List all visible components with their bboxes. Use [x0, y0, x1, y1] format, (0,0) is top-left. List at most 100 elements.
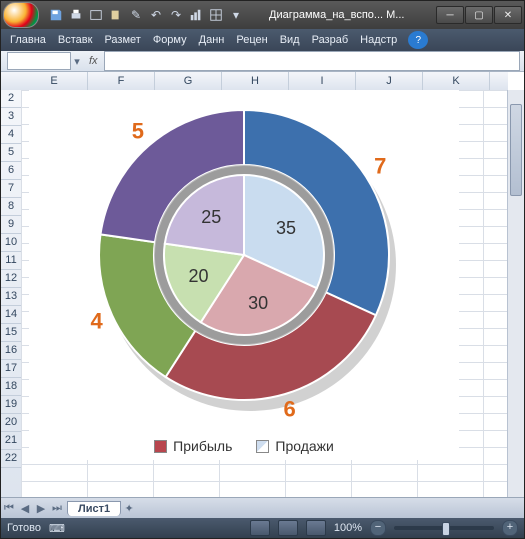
titlebar: ✎ ↶ ↷ ▾ Диаграмма_на_вспо... M... ─ ▢ ✕ — [1, 1, 524, 29]
close-button[interactable]: ✕ — [494, 6, 522, 24]
maximize-button[interactable]: ▢ — [465, 6, 493, 24]
office-button[interactable] — [3, 2, 39, 28]
next-sheet-icon[interactable]: ▶ — [33, 502, 49, 515]
col-header[interactable]: G — [155, 72, 222, 90]
undo-icon[interactable]: ↶ — [147, 6, 165, 24]
fx-label[interactable]: fx — [83, 55, 104, 67]
formula-input[interactable] — [104, 51, 520, 71]
svg-text:5: 5 — [132, 119, 144, 144]
tab-formulas[interactable]: Форму — [150, 32, 190, 48]
tab-review[interactable]: Рецен — [233, 32, 270, 48]
ribbon-tabs: Главна Вставк Размет Форму Данн Рецен Ви… — [1, 29, 524, 51]
tab-layout[interactable]: Размет — [101, 32, 143, 48]
row-header[interactable]: 8 — [1, 198, 21, 216]
zoom-out-button[interactable]: − — [370, 520, 386, 536]
row-header[interactable]: 6 — [1, 162, 21, 180]
row-header[interactable]: 3 — [1, 108, 21, 126]
print-icon[interactable] — [67, 6, 85, 24]
view-layout-button[interactable] — [278, 520, 298, 536]
last-sheet-icon[interactable]: ⏭ — [49, 502, 65, 515]
view-pagebreak-button[interactable] — [306, 520, 326, 536]
col-header[interactable]: K — [423, 72, 490, 90]
window-title: Диаграмма_на_вспо... M... — [249, 9, 436, 21]
row-headers: 2 3 4 5 6 7 8 9 10 11 12 13 14 15 16 17 … — [1, 90, 22, 497]
tab-data[interactable]: Данн — [196, 32, 228, 48]
sheet-tabs-bar: ⏮ ◀ ▶ ⏭ Лист1 ✦ — [1, 497, 524, 518]
row-header[interactable]: 5 — [1, 144, 21, 162]
brush-icon[interactable]: ✎ — [127, 6, 145, 24]
row-header[interactable]: 13 — [1, 288, 21, 306]
save-icon[interactable] — [47, 6, 65, 24]
legend-label: Продажи — [275, 438, 333, 454]
zoom-in-button[interactable]: + — [502, 520, 518, 536]
row-header[interactable]: 18 — [1, 378, 21, 396]
column-headers: E F G H I J K — [21, 72, 508, 91]
row-header[interactable]: 7 — [1, 180, 21, 198]
zoom-level[interactable]: 100% — [334, 522, 362, 534]
sheet-tab[interactable]: Лист1 — [67, 501, 121, 516]
row-header[interactable]: 2 — [1, 90, 21, 108]
tab-home[interactable]: Главна — [7, 32, 49, 48]
name-box[interactable] — [7, 52, 71, 70]
table-icon[interactable] — [207, 6, 225, 24]
row-header[interactable]: 19 — [1, 396, 21, 414]
row-header[interactable]: 16 — [1, 342, 21, 360]
row-header[interactable]: 21 — [1, 432, 21, 450]
legend-swatch-icon — [154, 440, 167, 453]
zoom-slider[interactable] — [394, 526, 494, 530]
col-header[interactable]: F — [88, 72, 155, 90]
new-sheet-icon[interactable]: ✦ — [121, 502, 137, 515]
legend-item-sales: Продажи — [256, 438, 333, 454]
legend-swatch-icon — [256, 440, 269, 453]
chart-icon[interactable] — [187, 6, 205, 24]
formula-bar: ▾ fx — [1, 51, 524, 72]
col-header[interactable]: I — [289, 72, 356, 90]
quick-access-toolbar: ✎ ↶ ↷ ▾ — [43, 6, 249, 24]
status-lang-icon[interactable]: ⌨ — [49, 522, 65, 535]
layout-icon[interactable] — [87, 6, 105, 24]
namebox-dropdown-icon[interactable]: ▾ — [71, 55, 83, 68]
minimize-button[interactable]: ─ — [436, 6, 464, 24]
zoom-thumb[interactable] — [442, 522, 450, 536]
row-header[interactable]: 9 — [1, 216, 21, 234]
select-all-corner[interactable] — [1, 72, 22, 91]
legend-item-profit: Прибыль — [154, 438, 232, 454]
status-ready: Готово — [7, 522, 41, 534]
svg-text:20: 20 — [189, 266, 209, 286]
svg-text:6: 6 — [284, 396, 296, 421]
row-header[interactable]: 15 — [1, 324, 21, 342]
paste-icon[interactable] — [107, 6, 125, 24]
help-icon[interactable]: ? — [408, 31, 428, 49]
svg-text:4: 4 — [91, 308, 104, 333]
tab-developer[interactable]: Разраб — [309, 32, 352, 48]
svg-text:25: 25 — [201, 207, 221, 227]
tab-addins[interactable]: Надстр — [357, 32, 400, 48]
tab-insert[interactable]: Вставк — [55, 32, 96, 48]
chart-legend: Прибыль Продажи — [29, 438, 459, 454]
row-header[interactable]: 17 — [1, 360, 21, 378]
row-header[interactable]: 4 — [1, 126, 21, 144]
svg-text:35: 35 — [276, 218, 296, 238]
dropdown-icon[interactable]: ▾ — [227, 6, 245, 24]
prev-sheet-icon[interactable]: ◀ — [17, 502, 33, 515]
status-bar: Готово ⌨ 100% − + — [1, 518, 524, 538]
row-header[interactable]: 11 — [1, 252, 21, 270]
col-header[interactable]: H — [222, 72, 289, 90]
tab-view[interactable]: Вид — [277, 32, 303, 48]
vertical-scrollbar[interactable] — [507, 90, 524, 497]
doughnut-chart: 764535302025 — [29, 90, 459, 430]
legend-label: Прибыль — [173, 438, 232, 454]
col-header[interactable]: J — [356, 72, 423, 90]
chart-object[interactable]: 764535302025 Прибыль Продажи — [29, 90, 459, 460]
worksheet-area: E F G H I J K 2 3 4 5 6 7 8 9 10 11 12 1… — [1, 72, 524, 497]
svg-text:7: 7 — [374, 153, 386, 178]
row-header[interactable]: 12 — [1, 270, 21, 288]
view-normal-button[interactable] — [250, 520, 270, 536]
col-header[interactable]: E — [21, 72, 88, 90]
redo-icon[interactable]: ↷ — [167, 6, 185, 24]
row-header[interactable]: 14 — [1, 306, 21, 324]
first-sheet-icon[interactable]: ⏮ — [1, 502, 17, 515]
row-header[interactable]: 22 — [1, 450, 21, 468]
row-header[interactable]: 10 — [1, 234, 21, 252]
row-header[interactable]: 20 — [1, 414, 21, 432]
